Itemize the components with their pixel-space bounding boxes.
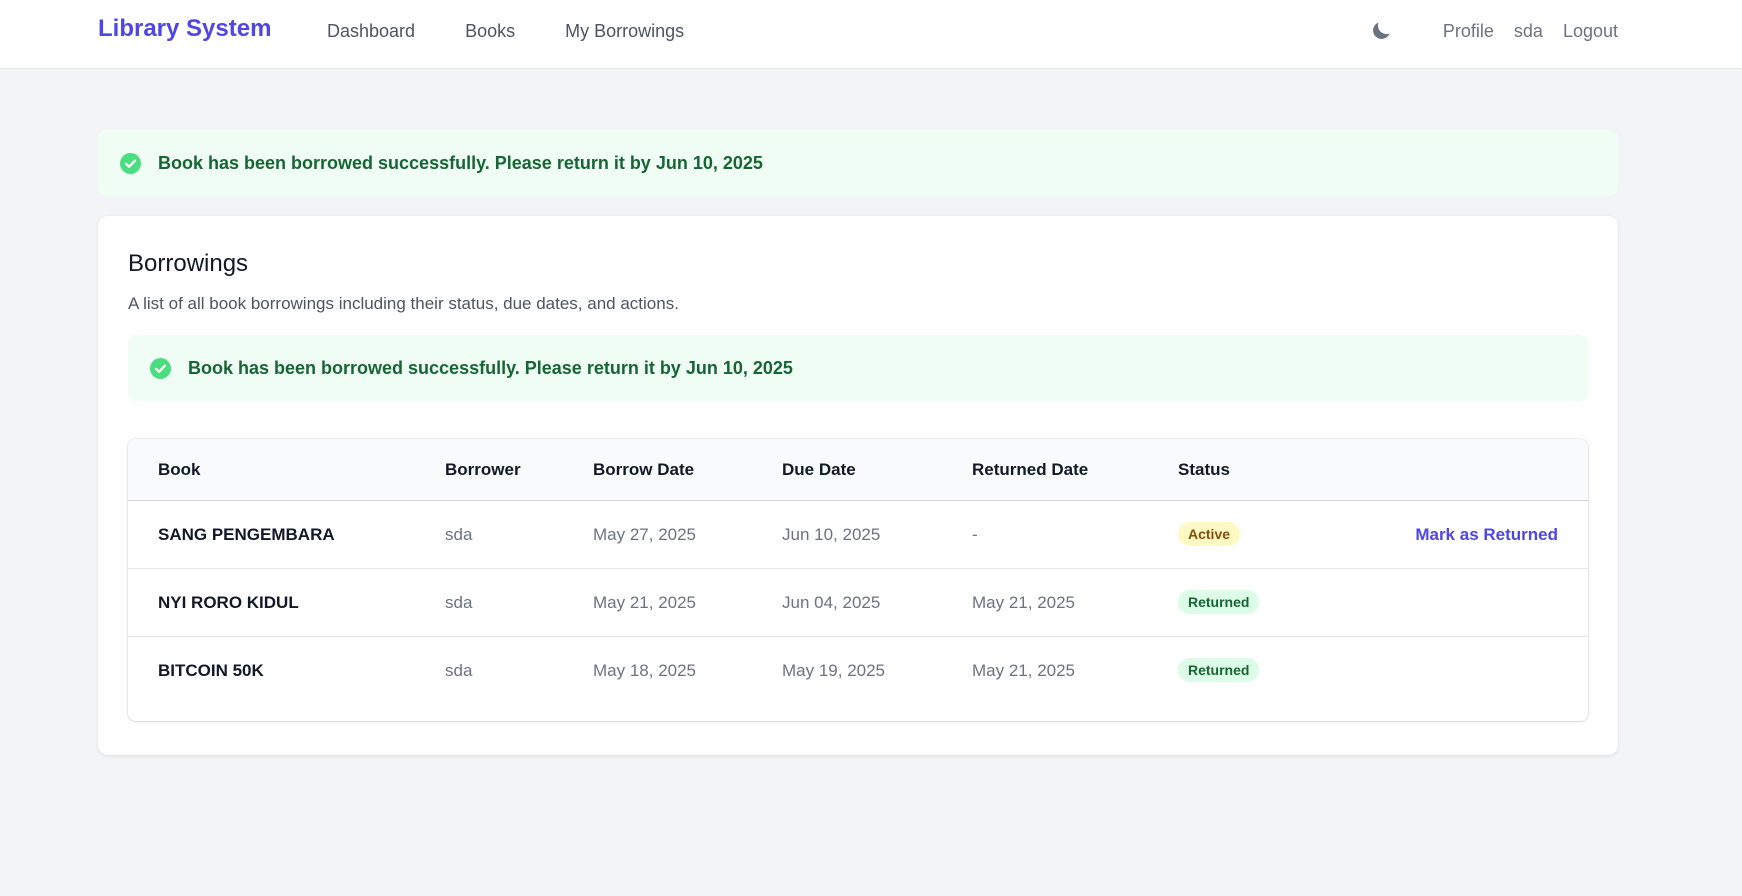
returned-date: - — [972, 525, 978, 544]
book-title: SANG PENGEMBARA — [158, 525, 335, 544]
card-success-alert-text: Book has been borrowed successfully. Ple… — [188, 357, 793, 378]
borrow-date: May 27, 2025 — [593, 525, 697, 544]
top-navbar: Library System Dashboard Books My Borrow… — [0, 0, 1742, 69]
due-date: Jun 10, 2025 — [782, 525, 881, 544]
status-badge: Returned — [1178, 658, 1260, 682]
borrow-date: May 18, 2025 — [593, 661, 697, 680]
page-subtitle: A list of all book borrowings including … — [128, 294, 679, 313]
book-title: BITCOIN 50K — [158, 661, 264, 680]
due-date: Jun 04, 2025 — [782, 593, 881, 612]
table-row: SANG PENGEMBARA sda May 27, 2025 Jun 10,… — [128, 501, 1588, 569]
nav-link-my-borrowings[interactable]: My Borrowings — [565, 21, 684, 42]
profile-link[interactable]: Profile — [1443, 21, 1494, 42]
nav-user-area: Profile sda Logout — [1369, 19, 1618, 43]
table-row: BITCOIN 50K sda May 18, 2025 May 19, 202… — [128, 637, 1588, 705]
success-alert: Book has been borrowed successfully. Ple… — [98, 130, 1618, 196]
status-badge: Active — [1178, 522, 1241, 546]
column-header-status: Status — [1178, 460, 1230, 479]
logout-link[interactable]: Logout — [1563, 21, 1618, 42]
page-title: Borrowings — [128, 250, 249, 277]
borrower-name: sda — [445, 661, 473, 680]
column-header-borrow-date: Borrow Date — [593, 460, 695, 479]
borrower-name: sda — [445, 593, 473, 612]
table-row: NYI RORO KIDUL sda May 21, 2025 Jun 04, … — [128, 569, 1588, 637]
borrowings-table: Book Borrower Borrow Date Due Date Retur… — [128, 439, 1588, 721]
column-header-borrower: Borrower — [445, 460, 521, 479]
moon-icon[interactable] — [1369, 19, 1393, 43]
due-date: May 19, 2025 — [782, 661, 886, 680]
book-title: NYI RORO KIDUL — [158, 593, 299, 612]
main-nav: Dashboard Books My Borrowings — [327, 21, 734, 42]
check-circle-icon — [120, 152, 141, 174]
mark-as-returned-button[interactable]: Mark as Returned — [1415, 525, 1558, 545]
nav-link-books[interactable]: Books — [465, 21, 515, 42]
check-circle-icon — [150, 357, 171, 379]
borrowings-card: Borrowings A list of all book borrowings… — [98, 216, 1618, 755]
nav-link-dashboard[interactable]: Dashboard — [327, 21, 415, 42]
brand-logo[interactable]: Library System — [98, 15, 271, 43]
status-badge: Returned — [1178, 590, 1260, 614]
column-header-returned-date: Returned Date — [972, 460, 1089, 479]
column-header-book: Book — [158, 460, 201, 479]
returned-date: May 21, 2025 — [972, 593, 1076, 612]
username-label: sda — [1513, 20, 1543, 41]
card-success-alert: Book has been borrowed successfully. Ple… — [128, 335, 1588, 401]
borrow-date: May 21, 2025 — [593, 593, 697, 612]
borrower-name: sda — [445, 525, 473, 544]
success-alert-text: Book has been borrowed successfully. Ple… — [158, 152, 763, 173]
returned-date: May 21, 2025 — [972, 661, 1076, 680]
table-header: Book Borrower Borrow Date Due Date Retur… — [128, 439, 1588, 501]
column-header-due-date: Due Date — [782, 460, 856, 479]
